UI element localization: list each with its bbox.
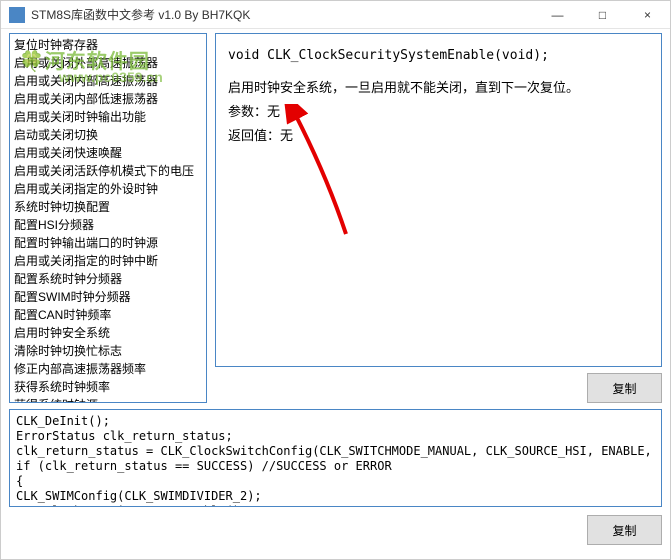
code-line: CLK_DeInit(); (16, 414, 655, 429)
list-item[interactable]: 系统时钟切换配置 (10, 198, 206, 216)
list-item[interactable]: 启用或关闭时钟输出功能 (10, 108, 206, 126)
list-item[interactable]: 启用或关闭快速唤醒 (10, 144, 206, 162)
list-item[interactable]: 启动或关闭切换 (10, 126, 206, 144)
list-item[interactable]: 配置HSI分频器 (10, 216, 206, 234)
list-item[interactable]: 复位时钟寄存器 (10, 36, 206, 54)
app-icon (9, 7, 25, 23)
list-item[interactable]: 启用或关闭指定的外设时钟 (10, 180, 206, 198)
app-window: STM8S库函数中文参考 v1.0 By BH7KQK — □ × 🍀河东软件园… (0, 0, 671, 560)
list-item[interactable]: 获得系统时钟频率 (10, 378, 206, 396)
copy-row-top: 复制 (215, 373, 662, 403)
list-item[interactable]: 启用或关闭内部低速振荡器 (10, 90, 206, 108)
params-label: 参数： (228, 104, 267, 119)
return-value: 无 (280, 128, 293, 143)
window-controls: — □ × (535, 1, 670, 29)
list-item[interactable]: 配置系统时钟分频器 (10, 270, 206, 288)
list-item[interactable]: 配置SWIM时钟分频器 (10, 288, 206, 306)
function-signature: void CLK_ClockSecuritySystemEnable(void)… (228, 44, 649, 68)
list-item[interactable]: 配置CAN时钟频率 (10, 306, 206, 324)
copy-detail-button[interactable]: 复制 (587, 373, 662, 403)
code-panel[interactable]: CLK_DeInit();ErrorStatus clk_return_stat… (9, 409, 662, 507)
top-row: 复位时钟寄存器启用或关闭外部高速振荡器启用或关闭内部高速振荡器启用或关闭内部低速… (9, 33, 662, 403)
list-item[interactable]: 获得系统时钟源 (10, 396, 206, 403)
copy-code-button[interactable]: 复制 (587, 515, 662, 545)
list-item[interactable]: 启用或关闭外部高速振荡器 (10, 54, 206, 72)
titlebar[interactable]: STM8S库函数中文参考 v1.0 By BH7KQK — □ × (1, 1, 670, 29)
window-title: STM8S库函数中文参考 v1.0 By BH7KQK (31, 6, 535, 23)
code-line: clk_return_status = CLK_ClockSwitchConfi… (16, 444, 655, 459)
code-line: CLK_SWIMConfig(CLK_SWIMDIVIDER_2); (16, 489, 655, 504)
code-line: if (clk_return_status == SUCCESS) //SUCC… (16, 459, 655, 474)
detail-panel: void CLK_ClockSecuritySystemEnable(void)… (215, 33, 662, 367)
function-description: 启用时钟安全系统，一旦启用就不能关闭，直到下一次复位。 (228, 76, 649, 100)
list-item[interactable]: 配置时钟输出端口的时钟源 (10, 234, 206, 252)
params-value: 无 (267, 104, 280, 119)
params-row: 参数：无 (228, 100, 649, 124)
list-item[interactable]: 修正内部高速振荡器频率 (10, 360, 206, 378)
function-listbox[interactable]: 复位时钟寄存器启用或关闭外部高速振荡器启用或关闭内部高速振荡器启用或关闭内部低速… (9, 33, 207, 403)
code-line: ErrorStatus clk_return_status; (16, 429, 655, 444)
code-line: CLK_ClockSecuritySystemEnable(); (16, 504, 655, 507)
list-item[interactable]: 启用或关闭指定的时钟中断 (10, 252, 206, 270)
list-item[interactable]: 启用或关闭活跃停机模式下的电压 (10, 162, 206, 180)
minimize-button[interactable]: — (535, 1, 580, 29)
list-item[interactable]: 清除时钟切换忙标志 (10, 342, 206, 360)
close-button[interactable]: × (625, 1, 670, 29)
list-item[interactable]: 启用或关闭内部高速振荡器 (10, 72, 206, 90)
return-row: 返回值：无 (228, 124, 649, 148)
right-column: void CLK_ClockSecuritySystemEnable(void)… (215, 33, 662, 403)
code-line: { (16, 474, 655, 489)
list-item[interactable]: 启用时钟安全系统 (10, 324, 206, 342)
return-label: 返回值： (228, 128, 280, 143)
content-area: 🍀河东软件园 www.pc0359.cn 复位时钟寄存器启用或关闭外部高速振荡器… (1, 29, 670, 559)
maximize-button[interactable]: □ (580, 1, 625, 29)
copy-row-bottom: 复制 (9, 515, 662, 545)
